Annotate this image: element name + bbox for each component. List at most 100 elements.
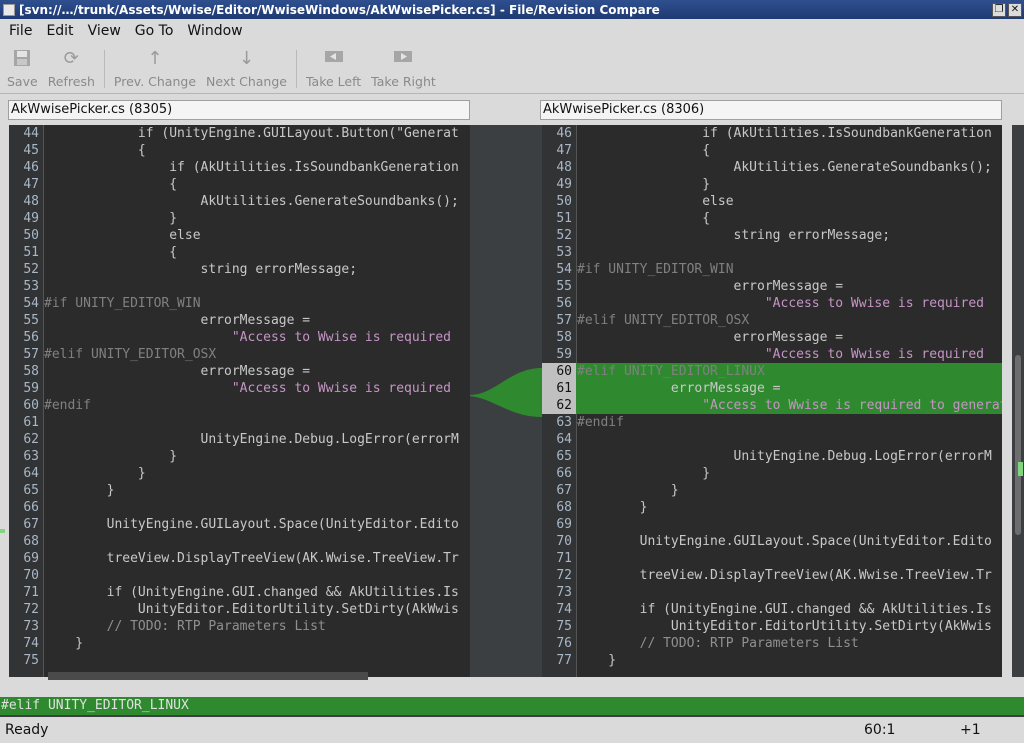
left-horizontal-scrollbar[interactable] (48, 672, 368, 680)
code-line[interactable]: 53 (9, 278, 470, 295)
code-line[interactable]: 74 } (9, 635, 470, 652)
code-line[interactable]: 56 "Access to Wwise is required (9, 329, 470, 346)
code-line[interactable]: 76 // TODO: RTP Parameters List (542, 635, 1002, 652)
code-line[interactable]: 62 UnityEngine.Debug.LogError(errorM (9, 431, 470, 448)
menu-view[interactable]: View (81, 23, 128, 39)
code-line[interactable]: 54 #if UNITY_EDITOR_WIN (9, 295, 470, 312)
vertical-scrollbar[interactable] (1012, 125, 1024, 677)
menu-edit[interactable]: Edit (39, 23, 80, 39)
code-text: else (577, 194, 734, 209)
status-bar: Ready 60:1 +1 (0, 717, 1024, 743)
code-line[interactable]: 68 } (542, 499, 1002, 516)
code-line[interactable]: 52 string errorMessage; (542, 227, 1002, 244)
code-line[interactable]: 46 if (AkUtilities.IsSoundbankGeneration (9, 159, 470, 176)
code-line[interactable]: 65 } (9, 482, 470, 499)
line-number: 55 (556, 279, 572, 294)
line-number: 67 (23, 517, 39, 532)
code-line[interactable]: 66 (9, 499, 470, 516)
code-line[interactable]: 44 if (UnityEngine.GUILayout.Button("Gen… (9, 125, 470, 142)
code-line[interactable]: 74 if (UnityEngine.GUI.changed && AkUtil… (542, 601, 1002, 618)
left-editor[interactable]: 44 if (UnityEngine.GUILayout.Button("Gen… (9, 125, 470, 677)
code-line[interactable]: 60 #elif UNITY_EDITOR_LINUX (542, 363, 1002, 380)
code-line[interactable]: 68 (9, 533, 470, 550)
window-menu-icon[interactable] (3, 3, 15, 16)
code-line[interactable]: 47 { (9, 176, 470, 193)
code-line[interactable]: 75 (9, 652, 470, 669)
code-line[interactable]: 46 if (AkUtilities.IsSoundbankGeneration (542, 125, 1002, 142)
code-line[interactable]: 65 UnityEngine.Debug.LogError(errorM (542, 448, 1002, 465)
code-line[interactable]: 54 #if UNITY_EDITOR_WIN (542, 261, 1002, 278)
code-line[interactable]: 53 (542, 244, 1002, 261)
code-line[interactable]: 59 "Access to Wwise is required (9, 380, 470, 397)
take-right-button[interactable]: Take Right (366, 48, 441, 89)
code-line[interactable]: 66 } (542, 465, 1002, 482)
code-line[interactable]: 55 errorMessage = (542, 278, 1002, 295)
code-line[interactable]: 64 (542, 431, 1002, 448)
code-line[interactable]: 73 // TODO: RTP Parameters List (9, 618, 470, 635)
code-line[interactable]: 48 AkUtilities.GenerateSoundbanks(); (9, 193, 470, 210)
restore-icon[interactable]: ❐ (992, 2, 1006, 17)
code-text: #elif UNITY_EDITOR_LINUX (577, 364, 765, 379)
code-line[interactable]: 67 UnityEngine.GUILayout.Space(UnityEdit… (9, 516, 470, 533)
code-line[interactable]: 75 UnityEditor.EditorUtility.SetDirty(Ak… (542, 618, 1002, 635)
code-line[interactable]: 77 } (542, 652, 1002, 669)
code-line[interactable]: 49 } (542, 176, 1002, 193)
scrollbar-thumb[interactable] (1015, 355, 1021, 535)
code-line[interactable]: 52 string errorMessage; (9, 261, 470, 278)
code-line[interactable]: 63 } (9, 448, 470, 465)
menu-goto[interactable]: Go To (128, 23, 181, 39)
code-line[interactable]: 72 UnityEditor.EditorUtility.SetDirty(Ak… (9, 601, 470, 618)
line-number: 75 (23, 653, 39, 668)
code-line[interactable]: 49 } (9, 210, 470, 227)
refresh-button[interactable]: ⟳ Refresh (43, 48, 100, 89)
code-line[interactable]: 58 errorMessage = (9, 363, 470, 380)
change-marker (1018, 462, 1023, 476)
code-text: } (44, 466, 146, 481)
code-line[interactable]: 70 UnityEngine.GUILayout.Space(UnityEdit… (542, 533, 1002, 550)
right-editor[interactable]: 46 if (AkUtilities.IsSoundbankGeneration… (542, 125, 1002, 677)
prev-change-button[interactable]: ↑ Prev. Change (109, 48, 201, 89)
code-line[interactable]: 58 errorMessage = (542, 329, 1002, 346)
code-line[interactable]: 50 else (9, 227, 470, 244)
code-line[interactable]: 48 AkUtilities.GenerateSoundbanks(); (542, 159, 1002, 176)
code-line[interactable]: 59 "Access to Wwise is required (542, 346, 1002, 363)
code-text: } (44, 211, 178, 226)
code-line[interactable]: 72 treeView.DisplayTreeView(AK.Wwise.Tre… (542, 567, 1002, 584)
line-number: 56 (23, 330, 39, 345)
code-line[interactable]: 57 #elif UNITY_EDITOR_OSX (9, 346, 470, 363)
menu-window[interactable]: Window (180, 23, 249, 39)
code-line[interactable]: 71 if (UnityEngine.GUI.changed && AkUtil… (9, 584, 470, 601)
code-line[interactable]: 55 errorMessage = (9, 312, 470, 329)
code-line[interactable]: 71 (542, 550, 1002, 567)
code-line[interactable]: 56 "Access to Wwise is required (542, 295, 1002, 312)
code-line[interactable]: 61 errorMessage = (542, 380, 1002, 397)
code-line[interactable]: 51 { (9, 244, 470, 261)
line-number: 63 (556, 415, 572, 430)
line-number: 62 (542, 397, 576, 414)
line-number: 53 (556, 245, 572, 260)
next-change-button[interactable]: ↓ Next Change (201, 48, 292, 89)
code-line[interactable]: 64 } (9, 465, 470, 482)
code-line[interactable]: 62 "Access to Wwise is required to gener… (542, 397, 1002, 414)
code-line[interactable]: 61 (9, 414, 470, 431)
line-number: 66 (556, 466, 572, 481)
code-line[interactable]: 60 #endif (9, 397, 470, 414)
code-line[interactable]: 45 { (9, 142, 470, 159)
line-number: 66 (23, 500, 39, 515)
code-line[interactable]: 47 { (542, 142, 1002, 159)
code-line[interactable]: 69 treeView.DisplayTreeView(AK.Wwise.Tre… (9, 550, 470, 567)
code-line[interactable]: 67 } (542, 482, 1002, 499)
code-text: string errorMessage; (44, 262, 358, 277)
close-icon[interactable]: ✕ (1008, 2, 1022, 17)
menu-file[interactable]: File (2, 23, 39, 39)
code-line[interactable]: 63 #endif (542, 414, 1002, 431)
code-line[interactable]: 57 #elif UNITY_EDITOR_OSX (542, 312, 1002, 329)
code-line[interactable]: 70 (9, 567, 470, 584)
line-number: 46 (23, 160, 39, 175)
code-line[interactable]: 73 (542, 584, 1002, 601)
save-button[interactable]: Save (2, 48, 43, 89)
take-left-button[interactable]: Take Left (301, 48, 366, 89)
code-line[interactable]: 69 (542, 516, 1002, 533)
code-line[interactable]: 51 { (542, 210, 1002, 227)
code-line[interactable]: 50 else (542, 193, 1002, 210)
